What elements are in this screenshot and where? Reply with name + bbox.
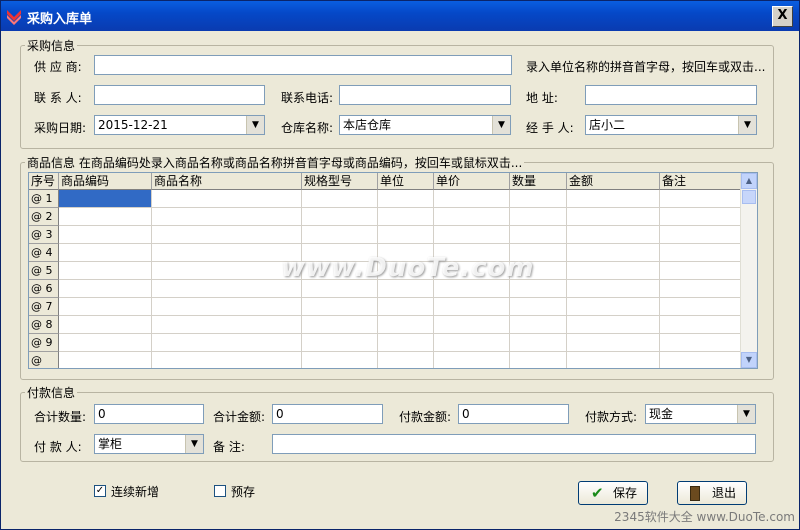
row-header[interactable]: @ 9 — [29, 334, 59, 352]
row-divider — [59, 315, 744, 316]
supplier-input[interactable] — [94, 55, 512, 75]
row-divider — [59, 243, 744, 244]
continuous-add-checkbox[interactable]: ✓ — [94, 485, 106, 497]
row-header[interactable]: @ 4 — [29, 244, 59, 262]
payer-value: 掌柜 — [98, 437, 123, 451]
scroll-down-icon[interactable]: ▼ — [741, 352, 757, 368]
payer-label: 付 款 人: — [34, 440, 82, 454]
supplier-hint: 录入单位名称的拼音首字母，按回车或双击... — [526, 60, 766, 74]
payer-select[interactable]: 掌柜 ▼ — [94, 434, 204, 454]
close-button[interactable]: X — [772, 6, 793, 27]
row-header[interactable]: @ 10 — [29, 352, 59, 368]
column-header[interactable]: 规格型号 — [302, 173, 378, 190]
row-divider — [59, 297, 744, 298]
warehouse-value: 本店仓库 — [343, 118, 392, 132]
address-input[interactable] — [585, 85, 757, 105]
row-header[interactable]: @ 8 — [29, 316, 59, 334]
save-button[interactable]: ✔ 保存 — [578, 481, 648, 505]
continuous-add-label[interactable]: 连续新增 — [111, 483, 159, 500]
phone-input[interactable] — [339, 85, 511, 105]
row-header[interactable]: @ 1 — [29, 190, 59, 208]
date-value: 2015-12-21 — [98, 118, 168, 132]
handler-value: 店小二 — [589, 118, 626, 132]
payment-info-legend: 付款信息 — [27, 386, 76, 400]
column-header[interactable]: 单价 — [434, 173, 510, 190]
scroll-up-icon[interactable]: ▲ — [741, 173, 757, 189]
goods-info-legend: 商品信息 在商品编码处录入商品名称或商品名称拼音首字母或商品编码，按回车或鼠标双… — [27, 156, 523, 170]
method-label: 付款方式: — [585, 410, 638, 424]
app-logo-icon — [7, 10, 21, 25]
total-qty-label: 合计数量: — [34, 410, 87, 424]
contact-label: 联 系 人: — [34, 91, 82, 105]
corner-watermark: 2345软件大全 www.DuoTe.com — [614, 510, 795, 524]
date-label: 采购日期: — [34, 121, 87, 135]
selected-cell[interactable] — [59, 190, 152, 208]
purchase-entry-window: 采购入库单 X 采购信息 供 应 商: 录入单位名称的拼音首字母，按回车或双击.… — [0, 0, 800, 530]
exit-button[interactable]: 退出 — [677, 481, 747, 505]
payment-method-select[interactable]: 现金 ▼ — [645, 404, 756, 424]
prestore-label[interactable]: 预存 — [231, 483, 255, 500]
address-label: 地 址: — [526, 91, 558, 105]
column-header[interactable]: 商品编码 — [59, 173, 152, 190]
watermark-text: www.DuoTe.com — [281, 253, 535, 283]
paid-amount-label: 付款金额: — [399, 410, 452, 424]
note-label: 备 注: — [213, 440, 245, 454]
handler-select[interactable]: 店小二 ▼ — [585, 115, 757, 135]
vertical-scrollbar[interactable]: ▲ ▼ — [740, 173, 757, 368]
row-divider — [59, 351, 744, 352]
row-divider — [59, 333, 744, 334]
chevron-down-icon[interactable]: ▼ — [185, 435, 203, 453]
checkmark-icon: ✔ — [591, 484, 604, 502]
column-header[interactable]: 备注 — [660, 173, 744, 190]
total-qty-input[interactable]: 0 — [94, 404, 204, 424]
row-header[interactable]: @ 3 — [29, 226, 59, 244]
scroll-thumb[interactable] — [742, 190, 756, 204]
handler-label: 经 手 人: — [526, 121, 574, 135]
row-header[interactable]: @ 7 — [29, 298, 59, 316]
close-icon: X — [777, 8, 788, 23]
title-bar: 采购入库单 X — [1, 1, 799, 31]
chevron-down-icon[interactable]: ▼ — [246, 116, 264, 134]
row-divider — [59, 225, 744, 226]
window-title: 采购入库单 — [27, 12, 93, 27]
total-amount-label: 合计金额: — [213, 410, 266, 424]
warehouse-label: 仓库名称: — [281, 121, 334, 135]
row-divider — [59, 207, 744, 208]
column-header[interactable]: 数量 — [510, 173, 567, 190]
row-header[interactable]: @ 2 — [29, 208, 59, 226]
note-input[interactable] — [272, 434, 756, 454]
save-label: 保存 — [613, 486, 638, 500]
purchase-info-legend: 采购信息 — [27, 39, 76, 53]
prestore-checkbox[interactable] — [214, 485, 226, 497]
supplier-label: 供 应 商: — [34, 60, 82, 74]
column-header[interactable]: 单位 — [378, 173, 434, 190]
chevron-down-icon[interactable]: ▼ — [738, 116, 756, 134]
phone-label: 联系电话: — [281, 91, 334, 105]
exit-label: 退出 — [712, 486, 737, 500]
contact-input[interactable] — [94, 85, 265, 105]
column-header[interactable]: 金额 — [567, 173, 660, 190]
exit-door-icon — [690, 486, 700, 501]
warehouse-select[interactable]: 本店仓库 ▼ — [339, 115, 511, 135]
row-header[interactable]: @ 5 — [29, 262, 59, 280]
method-value: 现金 — [649, 407, 674, 421]
chevron-down-icon[interactable]: ▼ — [737, 405, 755, 423]
chevron-down-icon[interactable]: ▼ — [492, 116, 510, 134]
row-header[interactable]: @ 6 — [29, 280, 59, 298]
column-header[interactable]: 商品名称 — [152, 173, 302, 190]
column-header[interactable]: 序号 — [29, 173, 59, 190]
paid-amount-input[interactable]: 0 — [458, 404, 569, 424]
total-amount-input[interactable]: 0 — [272, 404, 383, 424]
date-picker[interactable]: 2015-12-21 ▼ — [94, 115, 265, 135]
